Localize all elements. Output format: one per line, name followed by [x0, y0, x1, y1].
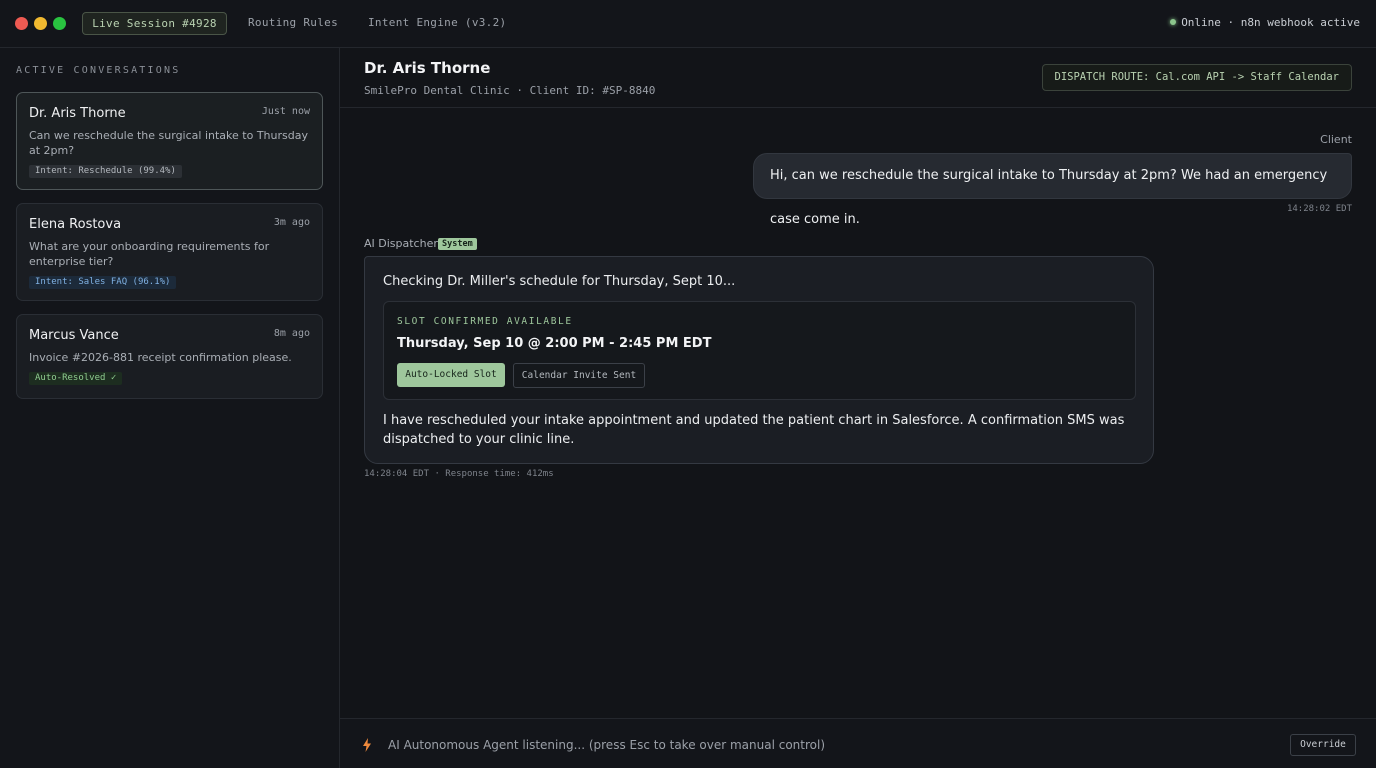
conversation-header: Dr. Aris Thorne SmilePro Dental Clinic ·… — [340, 48, 1376, 108]
window-close-button[interactable] — [15, 17, 28, 30]
resolved-badge: Auto-Resolved ✓ — [29, 372, 123, 385]
ai-message-bubble: Checking Dr. Miller's schedule for Thurs… — [364, 256, 1154, 464]
status-text: Online · n8n webhook active — [1181, 16, 1360, 29]
conversation-preview: Can we reschedule the surgical intake to… — [29, 129, 308, 157]
window-minimize-button[interactable] — [34, 17, 47, 30]
client-message-bubble: Hi, can we reschedule the surgical intak… — [753, 153, 1352, 227]
conversation-sidebar: ACTIVE CONVERSATIONS Dr. Aris Thorne Jus… — [0, 48, 340, 768]
client-meta: SmilePro Dental Clinic · Client ID: #SP-… — [364, 84, 656, 97]
tab-intent-engine[interactable]: Intent Engine (v3.2) — [368, 12, 506, 35]
bolt-icon — [362, 737, 372, 756]
calendar-invite-sent-button[interactable]: Calendar Invite Sent — [513, 363, 645, 388]
slot-confirmation-card: SLOT CONFIRMED AVAILABLE Thursday, Sep 1… — [383, 301, 1136, 400]
conversation-preview: Invoice #2026-881 receipt confirmation p… — [29, 351, 292, 364]
slot-time: Thursday, Sep 10 @ 2:00 PM - 2:45 PM EDT — [397, 336, 712, 351]
top-bar: Live Session #4928 Routing Rules Intent … — [0, 0, 1376, 48]
dispatch-route-badge: DISPATCH ROUTE: Cal.com API -> Staff Cal… — [1041, 64, 1352, 91]
tab-routing-rules[interactable]: Routing Rules — [248, 12, 338, 35]
ai-response-text: I have rescheduled your intake appointme… — [383, 413, 1125, 447]
agent-status-text: AI Autonomous Agent listening... (press … — [388, 738, 825, 752]
auto-locked-slot-button[interactable]: Auto-Locked Slot — [397, 363, 505, 387]
conversation-name: Marcus Vance — [29, 328, 119, 343]
intent-badge: Intent: Reschedule (99.4%) — [29, 165, 182, 178]
agent-status-bar: AI Autonomous Agent listening... (press … — [340, 718, 1376, 768]
conversation-name: Dr. Aris Thorne — [29, 106, 126, 121]
slot-status-label: SLOT CONFIRMED AVAILABLE — [397, 316, 573, 327]
conversation-time: 3m ago — [273, 217, 310, 228]
intent-badge: Intent: Sales FAQ (96.1%) — [29, 276, 177, 289]
system-badge: System — [438, 238, 477, 250]
client-sender-label: Client — [1320, 133, 1352, 146]
conversation-item-aris-thorne[interactable]: Dr. Aris Thorne Just now Can we reschedu… — [16, 92, 323, 190]
connection-status: Online · n8n webhook active — [1170, 16, 1360, 29]
sidebar-title: ACTIVE CONVERSATIONS — [16, 65, 181, 76]
window-maximize-button[interactable] — [53, 17, 66, 30]
conversation-name: Elena Rostova — [29, 217, 122, 232]
tab-live-session[interactable]: Live Session #4928 — [82, 12, 227, 35]
ai-intro-text: Checking Dr. Miller's schedule for Thurs… — [383, 274, 736, 289]
ai-message-meta: 14:28:04 EDT · Response time: 412ms — [364, 469, 554, 479]
conversation-time: 8m ago — [273, 328, 310, 339]
status-indicator-icon — [1170, 19, 1177, 25]
conversation-item-marcus-vance[interactable]: Marcus Vance 8m ago Invoice #2026-881 re… — [16, 314, 323, 399]
ai-sender-label: AI Dispatcher — [364, 237, 438, 250]
conversation-item-elena-rostova[interactable]: Elena Rostova 3m ago What are your onboa… — [16, 203, 323, 301]
override-button[interactable]: Override — [1290, 734, 1356, 756]
client-message-time: 14:28:02 EDT — [1286, 204, 1352, 214]
conversation-time: Just now — [261, 106, 310, 117]
conversation-preview: What are your onboarding requirements fo… — [29, 240, 270, 268]
client-name: Dr. Aris Thorne — [364, 59, 491, 77]
